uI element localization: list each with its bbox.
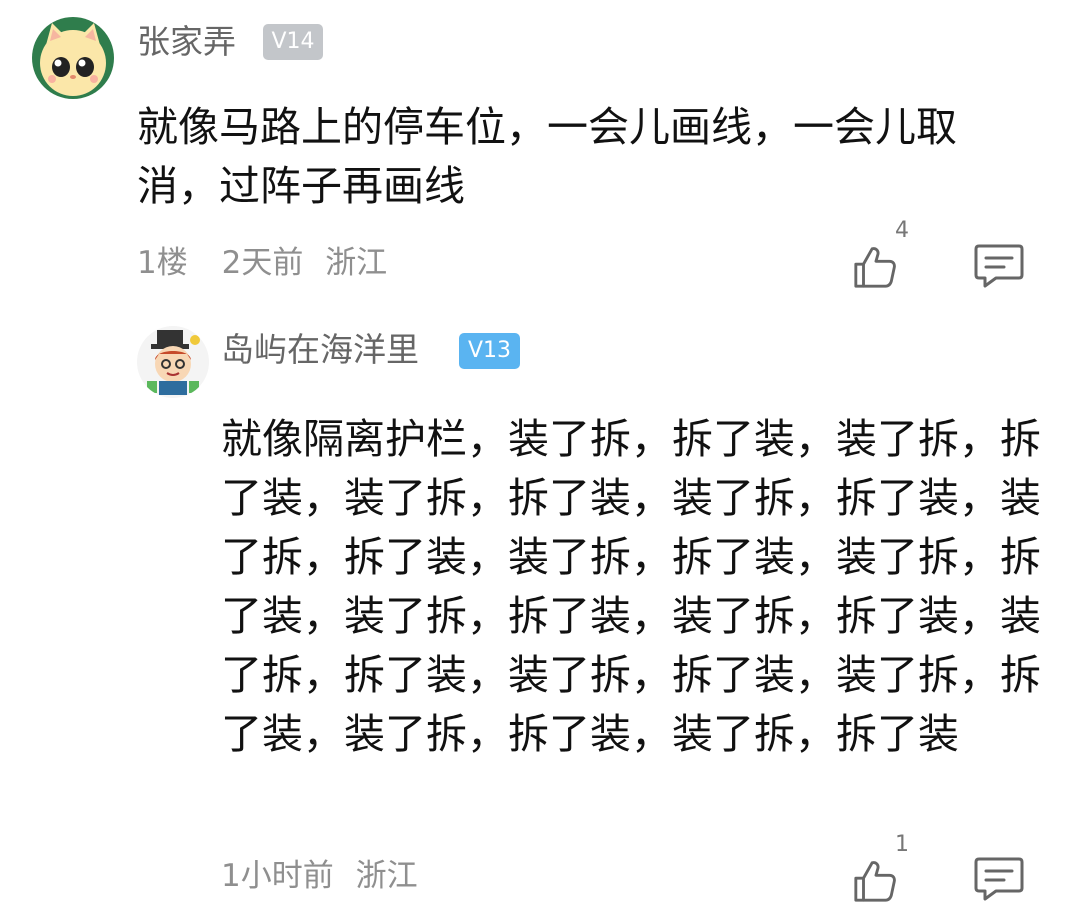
post-time: 2天前 — [221, 245, 304, 281]
cartoon-cat-avatar — [32, 17, 114, 99]
post-location: 浙江 — [355, 858, 418, 894]
reply-icon — [974, 857, 1024, 901]
like-count: 4 — [895, 218, 909, 243]
reply-text[interactable]: 就像隔离护栏，装了拆，拆了装，装了拆，拆了装，装了拆，拆了装，装了拆，拆了装，装… — [221, 410, 1051, 764]
comment-meta: 1楼 2天前 浙江 — [137, 243, 411, 283]
like-button[interactable] — [852, 850, 906, 904]
thumbs-up-icon — [854, 861, 896, 902]
like-count: 1 — [895, 832, 909, 857]
cartoon-magician-avatar — [137, 326, 209, 398]
thumbs-up-icon — [854, 247, 896, 288]
username[interactable]: 岛屿在海洋里 — [221, 330, 419, 370]
post-time: 1小时前 — [221, 858, 334, 894]
floor-number: 1楼 — [137, 245, 188, 281]
like-button[interactable] — [852, 236, 906, 290]
reply-icon — [974, 244, 1024, 288]
reply-meta: 1小时前 浙江 — [221, 856, 442, 896]
user-avatar[interactable] — [137, 326, 209, 398]
comment-text[interactable]: 就像马路上的停车位，一会儿画线，一会儿取消，过阵子再画线 — [137, 98, 1017, 216]
level-badge: V14 — [263, 24, 323, 60]
username[interactable]: 张家弄 — [137, 22, 236, 62]
reply-button[interactable] — [974, 856, 1024, 902]
user-avatar[interactable] — [32, 17, 114, 99]
post-location: 浙江 — [325, 245, 388, 281]
reply-button[interactable] — [974, 243, 1024, 289]
level-badge: V13 — [459, 333, 520, 369]
